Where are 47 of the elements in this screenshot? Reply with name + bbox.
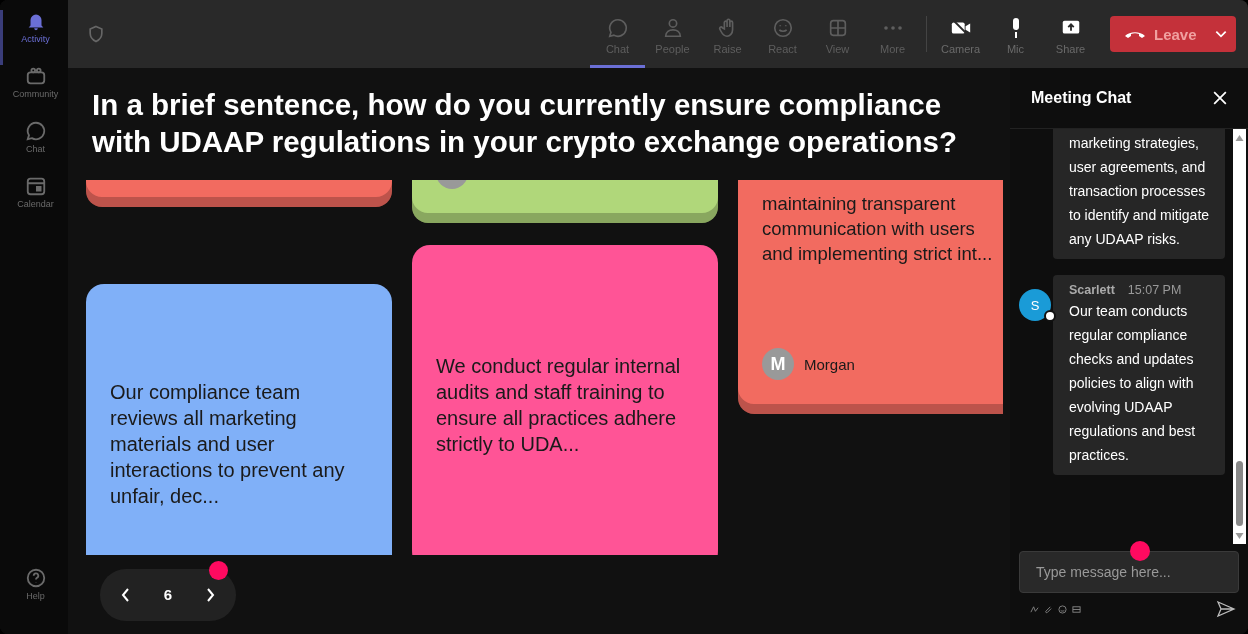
rail-item[interactable]: Calendar bbox=[0, 175, 68, 230]
attach-icon bbox=[1044, 604, 1053, 614]
rail-item[interactable]: Community bbox=[0, 65, 68, 120]
author-name: Morgan bbox=[804, 355, 855, 373]
message-text: marketing strategies, user agreements, and transaction processes to identify and mitigate any UDAAP risks. bbox=[1069, 134, 1211, 249]
sticky-note[interactable]: Our compliance team reviews all marketing materials and user interactions to prevent any unfair, dec... bbox=[86, 284, 392, 555]
chevron-right-icon bbox=[204, 586, 217, 603]
mic-icon bbox=[1011, 16, 1020, 39]
rail-item[interactable]: Chat bbox=[0, 120, 68, 175]
message-text: Our team conducts regular compliance checks and updates policies to align with evolving UDAAP regulations and best practices. bbox=[1069, 302, 1197, 465]
help-icon bbox=[24, 567, 47, 589]
sender-name: Scarlett bbox=[1069, 283, 1115, 297]
chat-icon bbox=[24, 120, 47, 142]
community-icon bbox=[24, 65, 47, 87]
page-number: 6 bbox=[163, 586, 173, 603]
calendar-icon bbox=[24, 175, 47, 197]
help-button[interactable]: Help bbox=[0, 567, 68, 622]
send-button[interactable] bbox=[1216, 599, 1236, 619]
indicator-dot bbox=[1130, 541, 1150, 561]
status-dot bbox=[1044, 310, 1056, 322]
chat-title: Meeting Chat bbox=[1031, 89, 1132, 107]
send-icon bbox=[1216, 599, 1236, 619]
toolbar-button[interactable]: Share bbox=[1043, 0, 1098, 68]
close-icon bbox=[1213, 91, 1227, 105]
message-time: 15:07 PM bbox=[1127, 283, 1182, 297]
dots-icon bbox=[882, 24, 903, 31]
smile-icon bbox=[771, 16, 794, 39]
shield-icon bbox=[86, 24, 106, 44]
note-text: maintaining transparent communication with users and implementing strict int... bbox=[762, 191, 994, 266]
sticky-note[interactable]: maintaining transparent communication with users and implementing strict int... M Morgan bbox=[738, 180, 1003, 414]
avatar: M bbox=[762, 348, 794, 380]
chevron-left-icon bbox=[119, 586, 132, 603]
indicator-dot bbox=[209, 560, 228, 580]
chat-icon bbox=[606, 16, 629, 39]
format-icon bbox=[1030, 604, 1039, 614]
message-input[interactable]: Type message here... bbox=[1019, 551, 1239, 593]
sticky-note[interactable]: We conduct regular internal audits and staff training to ensure all practices adhere strictly to UDA... bbox=[412, 245, 718, 555]
note-text: Our compliance team reviews all marketing materials and user interactions to prevent any unfair, dec... bbox=[110, 380, 346, 509]
emoji-icon bbox=[1058, 604, 1067, 614]
toolbar-button[interactable]: Mic bbox=[988, 0, 1043, 68]
toolbar-button[interactable]: Camera bbox=[933, 0, 988, 68]
question-title: In a brief sentence, how do you currently ensure compliance with UDAAP regulations in your crypto exchange operations? bbox=[92, 87, 958, 160]
note-text: We conduct regular internal audits and staff training to ensure all practices adhere strictly to UDA... bbox=[436, 354, 682, 457]
scrollbar[interactable] bbox=[1233, 129, 1246, 544]
image-icon bbox=[1072, 604, 1081, 614]
phone-icon bbox=[1124, 29, 1146, 39]
leave-button[interactable]: Leave bbox=[1110, 16, 1236, 52]
